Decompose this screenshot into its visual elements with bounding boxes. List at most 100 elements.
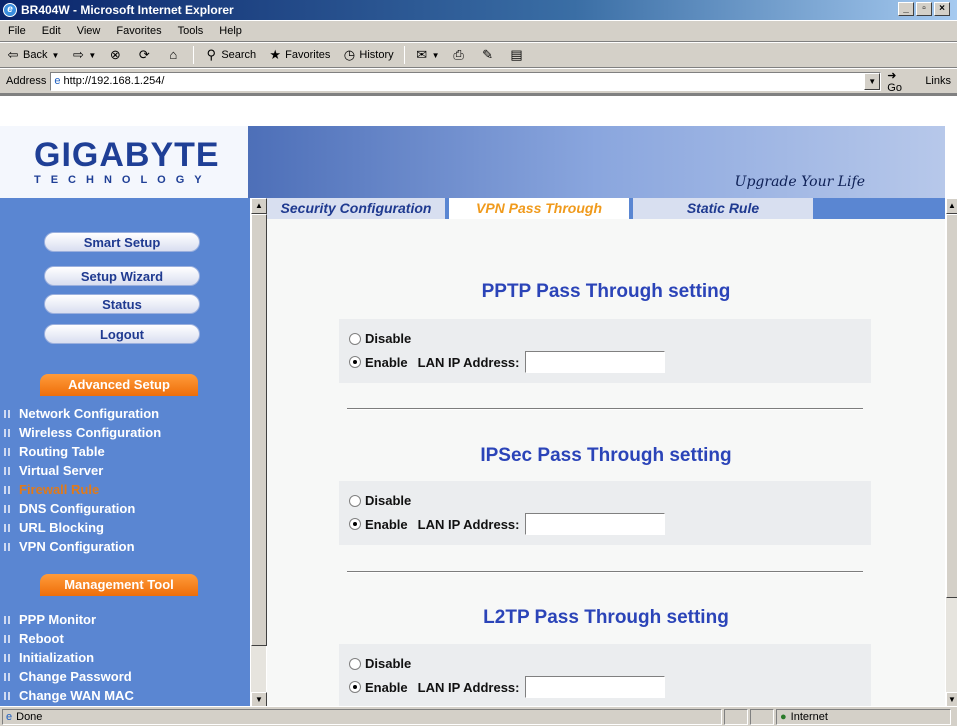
- links-button[interactable]: Links: [919, 75, 957, 87]
- scroll-down-button[interactable]: ▼: [946, 692, 957, 706]
- pptp-enable-radio[interactable]: [349, 356, 361, 368]
- scroll-thumb[interactable]: [946, 214, 957, 598]
- discuss-button[interactable]: ▤: [504, 48, 533, 62]
- maximize-button[interactable]: ▫: [916, 2, 932, 16]
- management-tool-header: Management Tool: [40, 574, 198, 596]
- ipsec-disable-option[interactable]: Disable: [349, 493, 411, 508]
- close-button[interactable]: ×: [934, 2, 950, 16]
- pptp-lan-ip-input[interactable]: [525, 351, 666, 373]
- tab-vpn-pass-through[interactable]: VPN Pass Through: [449, 198, 629, 219]
- sidebar-item-change-password[interactable]: Change Password: [4, 669, 132, 684]
- pptp-disable-radio[interactable]: [349, 332, 361, 345]
- toolbar: ⇦ Back ▼ ⇨ ▼ ⊗ ⟳ ⌂ ⚲ Search ★ Favorites …: [0, 42, 957, 68]
- sidebar-item-ppp-monitor[interactable]: PPP Monitor: [4, 612, 96, 627]
- chevron-down-icon[interactable]: ▼: [88, 51, 96, 60]
- edit-icon: ✎: [482, 47, 494, 62]
- chevron-down-icon[interactable]: ▼: [51, 51, 59, 60]
- l2tp-ip-label: LAN IP Address:: [417, 679, 520, 695]
- menu-view[interactable]: View: [69, 25, 109, 37]
- pptp-enable-option[interactable]: Enable LAN IP Address:: [349, 351, 666, 373]
- forward-button[interactable]: ⇨ ▼: [65, 48, 102, 62]
- scroll-thumb[interactable]: [251, 214, 267, 646]
- status-button[interactable]: Status: [44, 294, 200, 314]
- sidebar: Smart Setup Setup Wizard Status Logout A…: [0, 198, 250, 706]
- l2tp-enable-option[interactable]: Enable LAN IP Address:: [349, 676, 666, 698]
- status-pane: [724, 708, 748, 725]
- stop-button[interactable]: ⊗: [102, 48, 131, 62]
- gigabyte-logo: GIGABYTE TECHNOLOGY: [0, 126, 248, 198]
- scroll-up-button[interactable]: ▲: [946, 198, 957, 214]
- l2tp-lan-ip-input[interactable]: [525, 676, 666, 698]
- tab-static-rule[interactable]: Static Rule: [633, 198, 813, 219]
- home-button[interactable]: ⌂: [160, 48, 189, 62]
- search-icon: ⚲: [206, 47, 217, 62]
- ipsec-enable-option[interactable]: Enable LAN IP Address:: [349, 513, 666, 535]
- refresh-button[interactable]: ⟳: [131, 48, 160, 62]
- logout-button[interactable]: Logout: [44, 324, 200, 344]
- toolbar-separator: [403, 46, 405, 64]
- bullet-icon: [4, 428, 12, 437]
- favorites-button[interactable]: ★ Favorites: [262, 48, 336, 62]
- menu-tools[interactable]: Tools: [170, 25, 212, 37]
- minimize-button[interactable]: _: [898, 2, 914, 16]
- address-dropdown-button[interactable]: ▼: [864, 72, 881, 90]
- sidebar-item-reboot[interactable]: Reboot: [4, 631, 64, 646]
- ipsec-lan-ip-input[interactable]: [525, 513, 666, 535]
- menu-favorites[interactable]: Favorites: [108, 25, 169, 37]
- sidebar-item-url-blocking[interactable]: URL Blocking: [4, 520, 104, 535]
- scroll-up-button[interactable]: ▲: [251, 198, 267, 214]
- sidebar-item-routing-table[interactable]: Routing Table: [4, 444, 105, 459]
- ipsec-ip-label: LAN IP Address:: [417, 516, 520, 532]
- bullet-icon: [4, 523, 12, 532]
- print-icon: ⎙: [453, 47, 464, 62]
- sidebar-item-firewall-rule[interactable]: Firewall Rule: [4, 482, 99, 497]
- print-button[interactable]: ⎙: [446, 48, 475, 62]
- history-button[interactable]: ◷ History: [336, 48, 399, 62]
- search-button[interactable]: ⚲ Search: [198, 48, 262, 62]
- forward-arrow-icon: ⇨: [72, 47, 84, 62]
- content-frame: Security Configuration VPN Pass Through …: [267, 198, 945, 706]
- page-icon: e: [54, 75, 61, 87]
- address-label: Address: [6, 75, 47, 87]
- logo-main: GIGABYTE: [34, 136, 220, 174]
- sidebar-item-virtual-server[interactable]: Virtual Server: [4, 463, 103, 478]
- menu-edit[interactable]: Edit: [34, 25, 69, 37]
- sidebar-item-vpn-configuration[interactable]: VPN Configuration: [4, 539, 135, 554]
- menu-help[interactable]: Help: [211, 25, 250, 37]
- mail-button[interactable]: ✉ ▼: [409, 48, 446, 62]
- pptp-disable-option[interactable]: Disable: [349, 331, 411, 346]
- smart-setup-button[interactable]: Smart Setup: [44, 232, 200, 252]
- l2tp-disable-radio[interactable]: [349, 657, 361, 670]
- sidebar-scrollbar[interactable]: ▲ ▼: [250, 198, 267, 706]
- address-bar: Address e http://192.168.1.254/ ▼ ➜ Go L…: [0, 68, 957, 94]
- ipsec-enable-radio[interactable]: [349, 518, 361, 530]
- go-button[interactable]: ➜ Go: [881, 69, 919, 94]
- scroll-down-button[interactable]: ▼: [251, 692, 267, 706]
- page-viewport: GIGABYTE TECHNOLOGY Upgrade Your Life Sm…: [0, 94, 957, 706]
- menu-file[interactable]: File: [0, 25, 34, 37]
- address-input[interactable]: e http://192.168.1.254/ ▼: [50, 71, 882, 91]
- refresh-icon: ⟳: [138, 47, 150, 62]
- l2tp-enable-radio[interactable]: [349, 681, 361, 693]
- l2tp-section-title: L2TP Pass Through setting: [483, 607, 729, 628]
- sidebar-item-change-wan-mac[interactable]: Change WAN MAC: [4, 688, 134, 703]
- bullet-icon: [4, 485, 12, 494]
- setup-wizard-button[interactable]: Setup Wizard: [44, 266, 200, 286]
- sidebar-item-dns-configuration[interactable]: DNS Configuration: [4, 501, 135, 516]
- slogan: Upgrade Your Life: [734, 174, 865, 190]
- pptp-form: Disable Enable LAN IP Address:: [339, 319, 871, 383]
- sidebar-item-network-configuration[interactable]: Network Configuration: [4, 406, 159, 421]
- edit-button[interactable]: ✎: [475, 48, 504, 62]
- back-button[interactable]: ⇦ Back ▼: [0, 48, 65, 62]
- vpn-settings-panel: PPTP Pass Through setting Disable Enable…: [267, 219, 945, 706]
- tab-security-configuration[interactable]: Security Configuration: [267, 198, 445, 219]
- ipsec-section-title: IPSec Pass Through setting: [480, 445, 732, 466]
- status-bar: e Done ● Internet: [0, 706, 957, 726]
- bullet-icon: [4, 504, 12, 513]
- content-scrollbar[interactable]: ▲ ▼: [945, 198, 957, 706]
- ipsec-disable-radio[interactable]: [349, 494, 361, 507]
- ipsec-form: Disable Enable LAN IP Address:: [339, 481, 871, 545]
- l2tp-disable-option[interactable]: Disable: [349, 656, 411, 671]
- sidebar-item-wireless-configuration[interactable]: Wireless Configuration: [4, 425, 161, 440]
- sidebar-item-initialization[interactable]: Initialization: [4, 650, 94, 665]
